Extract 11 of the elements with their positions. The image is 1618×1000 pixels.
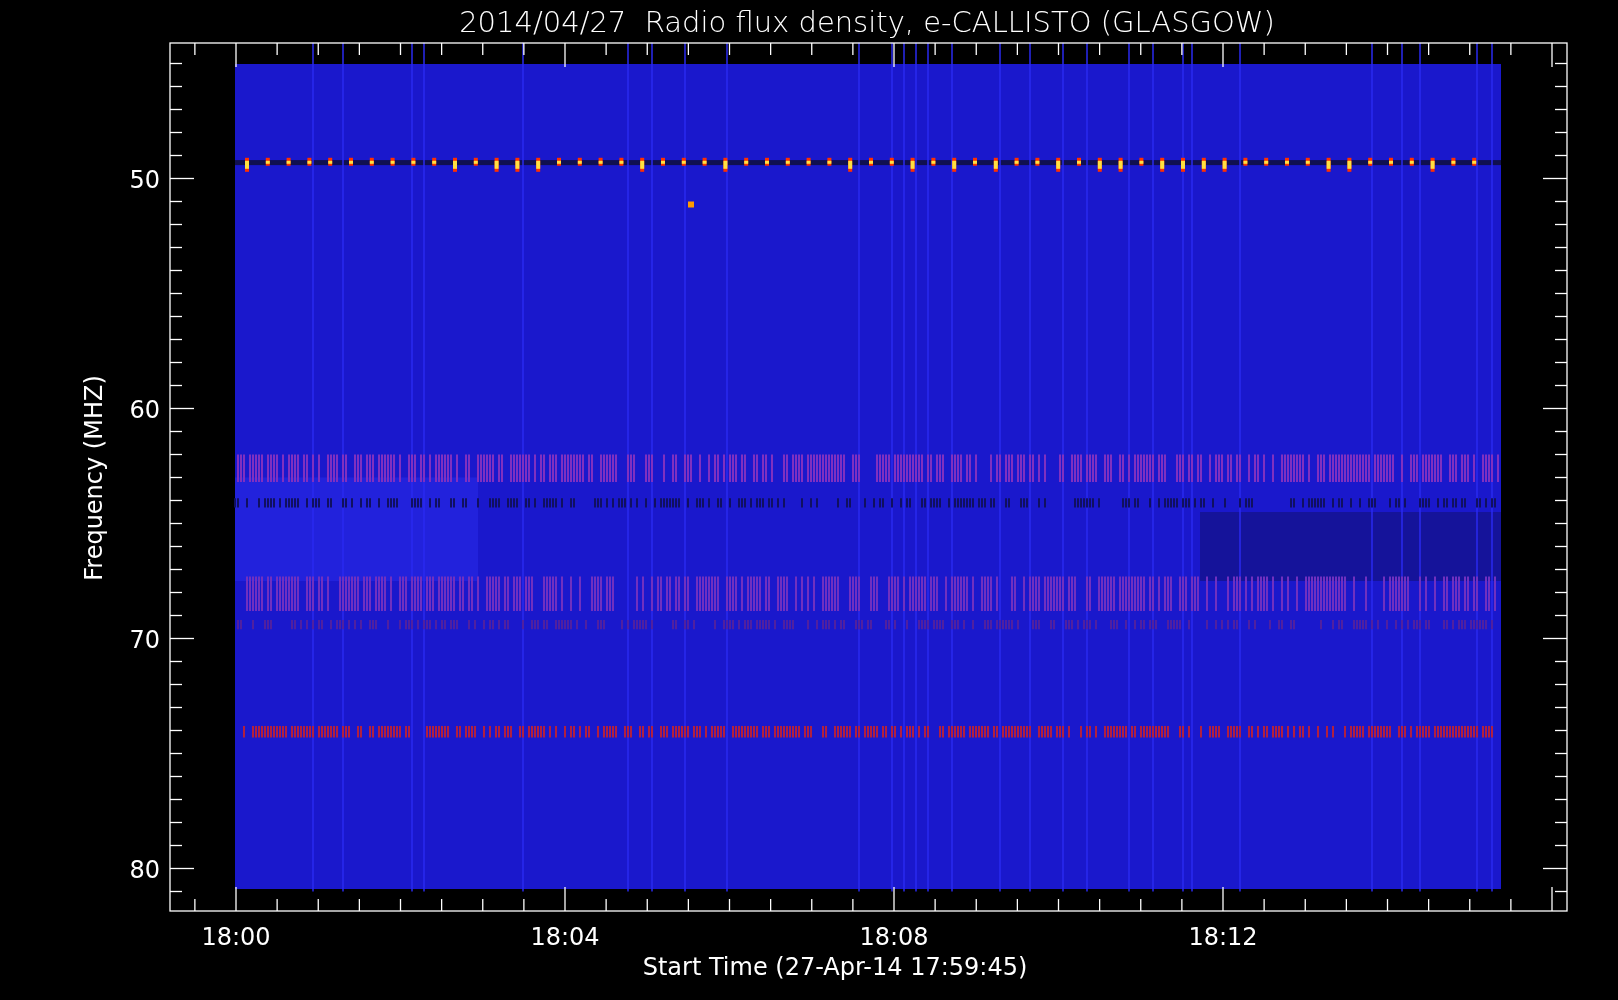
tick-label: 80 [129, 855, 160, 884]
chart-title: 2014/04/27 Radio flux density, e-CALLISTO (GLASGOW) [459, 5, 1275, 39]
tick-label: 70 [129, 625, 160, 654]
tick-label: 60 [129, 395, 160, 424]
tick-label: 18:12 [1188, 923, 1258, 951]
tick-label: 50 [129, 165, 160, 194]
tick-label: 18:08 [859, 923, 929, 951]
tick-label: 18:04 [530, 923, 600, 951]
axis-title: Frequency (MHZ) [80, 375, 108, 581]
tick-label: 18:00 [201, 923, 271, 951]
axis-title: Start Time (27-Apr-14 17:59:45) [642, 953, 1028, 981]
